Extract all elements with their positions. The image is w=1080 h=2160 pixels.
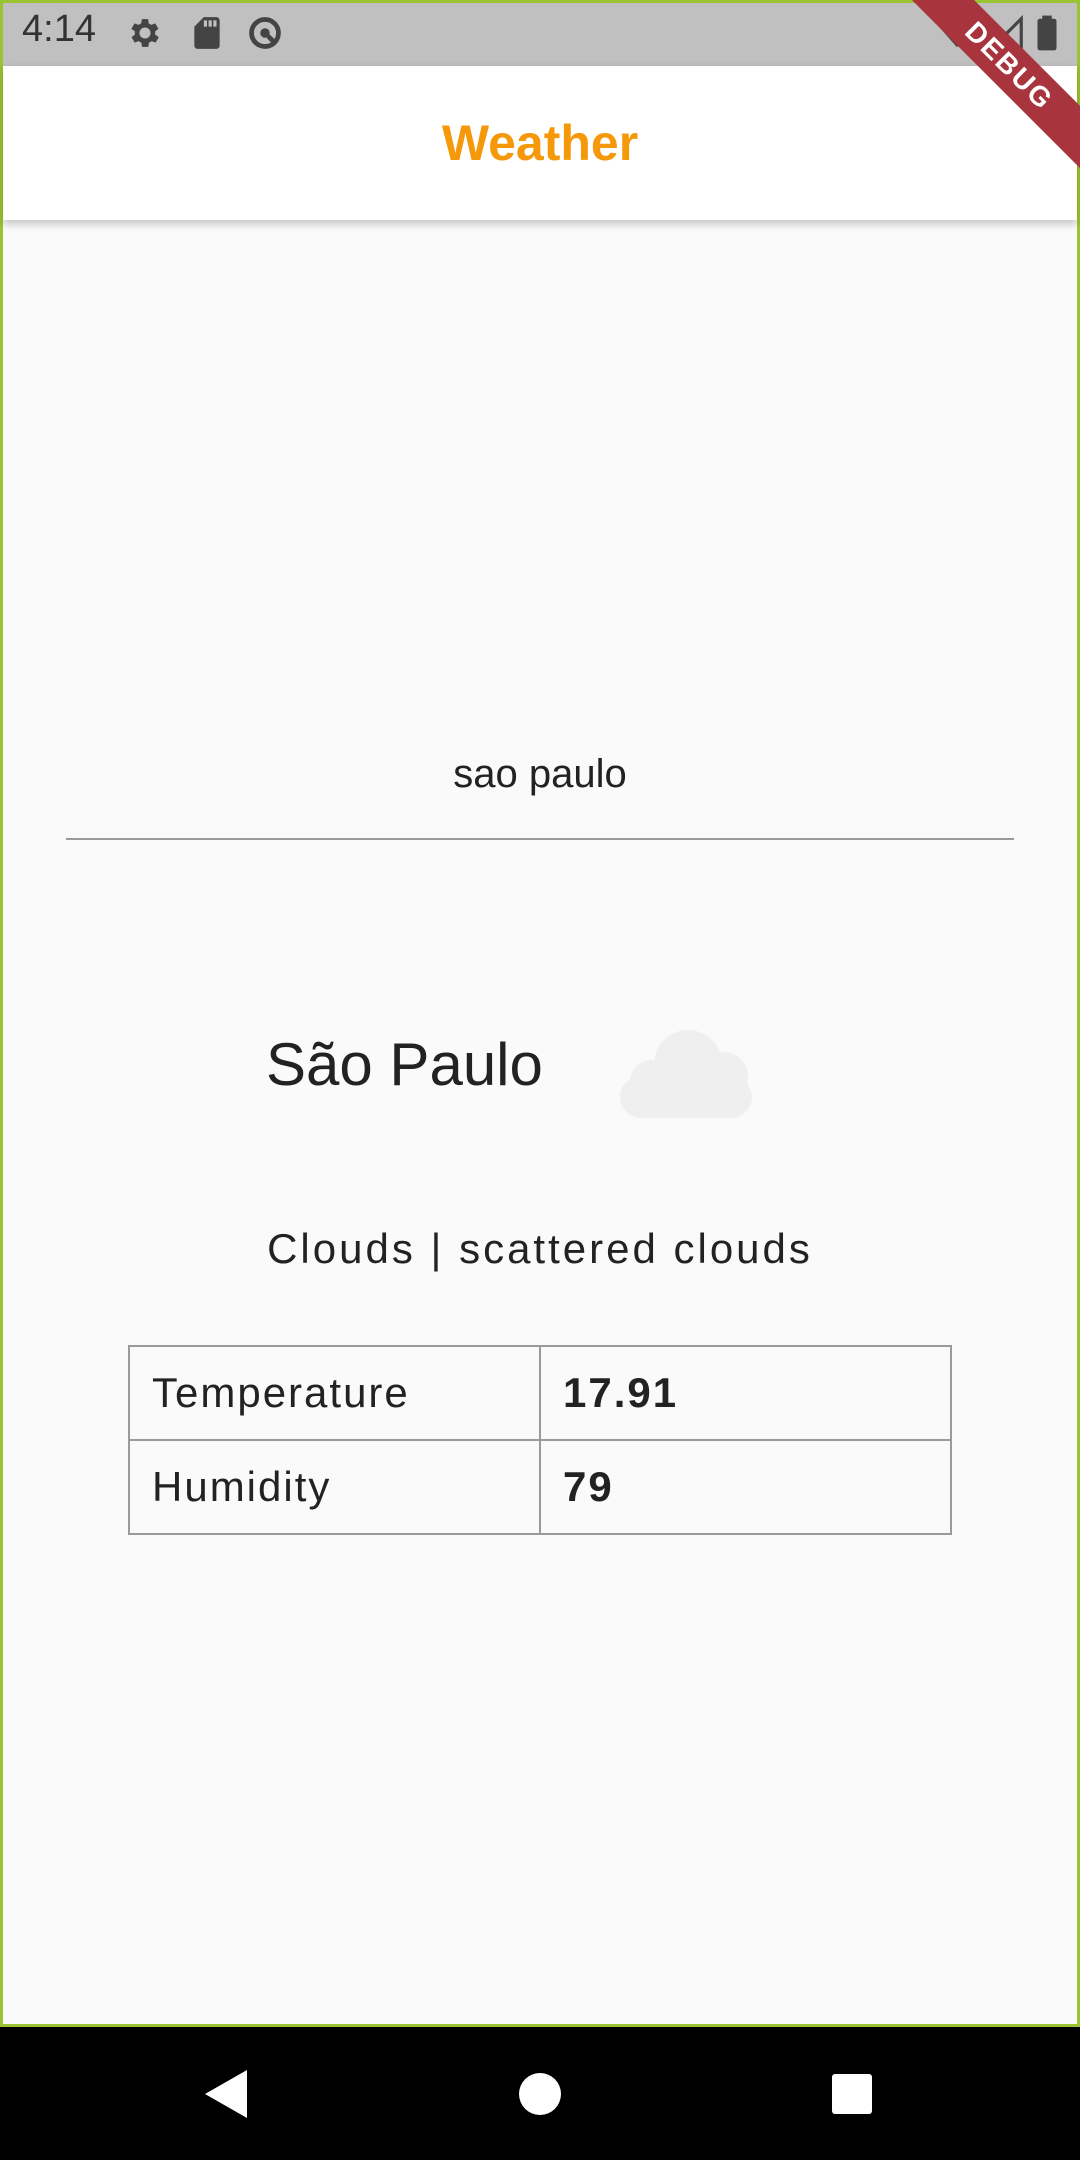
recents-icon[interactable] bbox=[820, 2062, 884, 2126]
city-search-field[interactable]: sao paulo bbox=[66, 740, 1014, 840]
sd-card-icon bbox=[188, 14, 226, 52]
app-bar: Weather bbox=[3, 66, 1077, 220]
data-saver-icon bbox=[246, 14, 284, 52]
navigation-bar bbox=[0, 2027, 1080, 2160]
temperature-value: 17.91 bbox=[539, 1345, 952, 1441]
app-title: Weather bbox=[441, 115, 639, 171]
city-search-input[interactable]: sao paulo bbox=[66, 752, 1014, 797]
status-bar: 4:14 bbox=[0, 0, 1080, 66]
table-row: Temperature 17.91 bbox=[128, 1345, 952, 1441]
table-row: Humidity 79 bbox=[128, 1439, 952, 1535]
humidity-value: 79 bbox=[539, 1439, 952, 1535]
weather-description: Clouds | scattered clouds bbox=[267, 1225, 813, 1272]
status-time: 4:14 bbox=[22, 8, 96, 50]
city-name: São Paulo bbox=[266, 1031, 543, 1098]
search-underline bbox=[66, 838, 1014, 840]
temperature-label: Temperature bbox=[128, 1345, 541, 1441]
gear-icon bbox=[126, 14, 164, 52]
cloud-icon bbox=[592, 1012, 762, 1122]
frame-border-left bbox=[0, 0, 3, 2026]
home-icon[interactable] bbox=[508, 2062, 572, 2126]
humidity-label: Humidity bbox=[128, 1439, 541, 1535]
back-icon[interactable] bbox=[195, 2062, 259, 2126]
battery-icon bbox=[1034, 14, 1060, 52]
weather-table: Temperature 17.91 Humidity 79 bbox=[128, 1345, 952, 1535]
